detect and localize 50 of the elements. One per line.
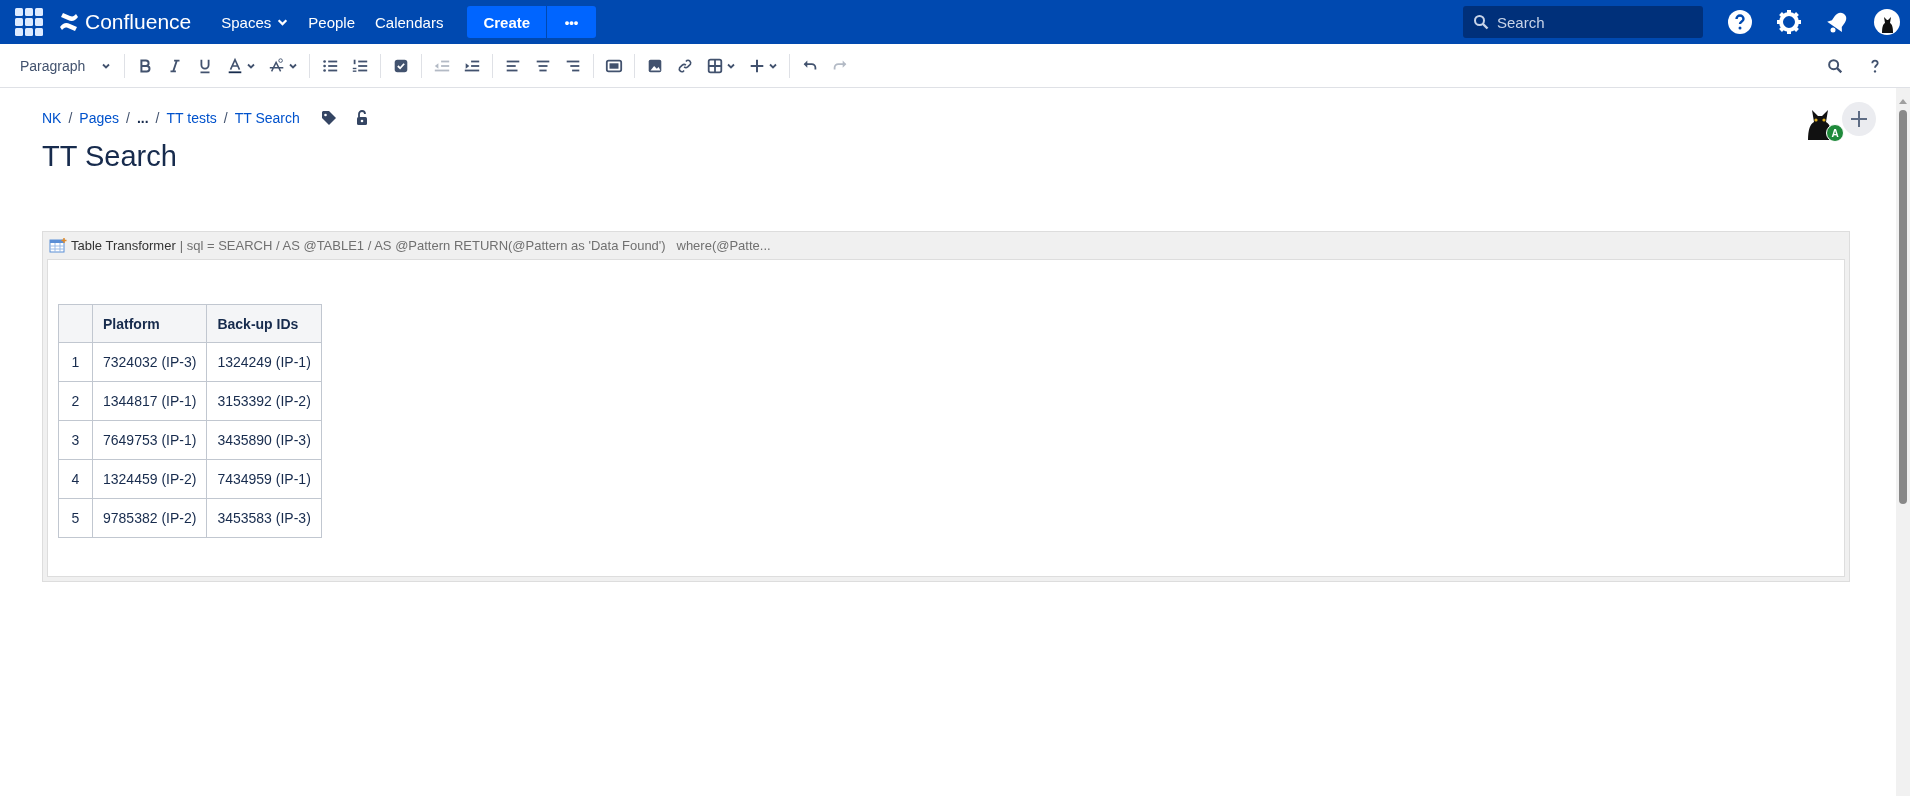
breadcrumb-ellipsis[interactable]: ... — [136, 110, 149, 126]
add-collaborator-button[interactable] — [1842, 102, 1876, 136]
table-cell: 7649753 (IP-1) — [92, 420, 207, 460]
nav-link[interactable]: Calendars — [365, 7, 454, 37]
app-switcher-icon[interactable] — [14, 7, 44, 37]
create-button[interactable]: Create — [467, 6, 547, 38]
table-macro-icon — [49, 237, 67, 254]
row-number: 5 — [58, 498, 93, 538]
breadcrumb-link[interactable]: NK — [42, 110, 62, 126]
settings-icon[interactable] — [1776, 9, 1802, 35]
tag-icon[interactable] — [320, 110, 337, 126]
row-number: 1 — [58, 342, 93, 382]
breadcrumb-separator: / — [126, 110, 130, 126]
page-title: TT Search — [42, 140, 178, 173]
product-name[interactable]: Confluence — [85, 10, 192, 34]
nav-link[interactable]: People — [298, 7, 365, 37]
column-header: Back-up IDs — [206, 304, 322, 343]
nav-link[interactable]: Spaces — [211, 7, 299, 37]
more-button[interactable]: ••• — [546, 6, 597, 38]
breadcrumb-separator: / — [223, 110, 228, 126]
breadcrumb-link[interactable]: TT tests — [166, 110, 217, 126]
row-number: 3 — [58, 420, 93, 460]
plus-icon — [1850, 110, 1868, 128]
table-cell: 1324459 (IP-2) — [92, 459, 207, 499]
table-icon — [706, 56, 725, 75]
row-number-header — [58, 304, 93, 343]
table-cell: 7434959 (IP-1) — [206, 459, 322, 499]
search-field[interactable]: Search — [1463, 6, 1703, 38]
table-cell: 9785382 (IP-2) — [92, 498, 207, 538]
table-cell: 1344817 (IP-1) — [92, 381, 207, 421]
row-number: 4 — [58, 459, 93, 499]
table-cell: 1324249 (IP-1) — [206, 342, 322, 382]
breadcrumb-link[interactable]: TT Search — [234, 110, 300, 126]
macro-name: Table Transformer — [71, 238, 176, 253]
table-cell: 7324032 (IP-3) — [92, 342, 207, 382]
table-cell: 3153392 (IP-2) — [206, 381, 322, 421]
paragraph-style-dropdown[interactable]: Paragraph — [12, 53, 120, 78]
help-icon[interactable] — [1727, 9, 1753, 35]
table-cell: 3453583 (IP-3) — [206, 498, 322, 538]
breadcrumb-link[interactable]: Pages — [79, 110, 120, 126]
column-header: Platform — [92, 304, 207, 343]
macro-parameters: | sql = SEARCH / AS @TABLE1 / AS @Pattern RETURN(@Pattern as 'Data Found') where(@Patte... — [179, 238, 771, 253]
table-cell: 3435890 (IP-3) — [206, 420, 322, 460]
breadcrumb-separator: / — [155, 110, 160, 126]
row-number: 2 — [58, 381, 93, 421]
search-icon — [1826, 56, 1844, 75]
avatar-icon[interactable] — [1874, 9, 1900, 35]
confluence-logo-icon[interactable] — [58, 12, 80, 32]
breadcrumb-separator: / — [68, 110, 73, 126]
user-initial-badge: A — [1826, 124, 1844, 142]
